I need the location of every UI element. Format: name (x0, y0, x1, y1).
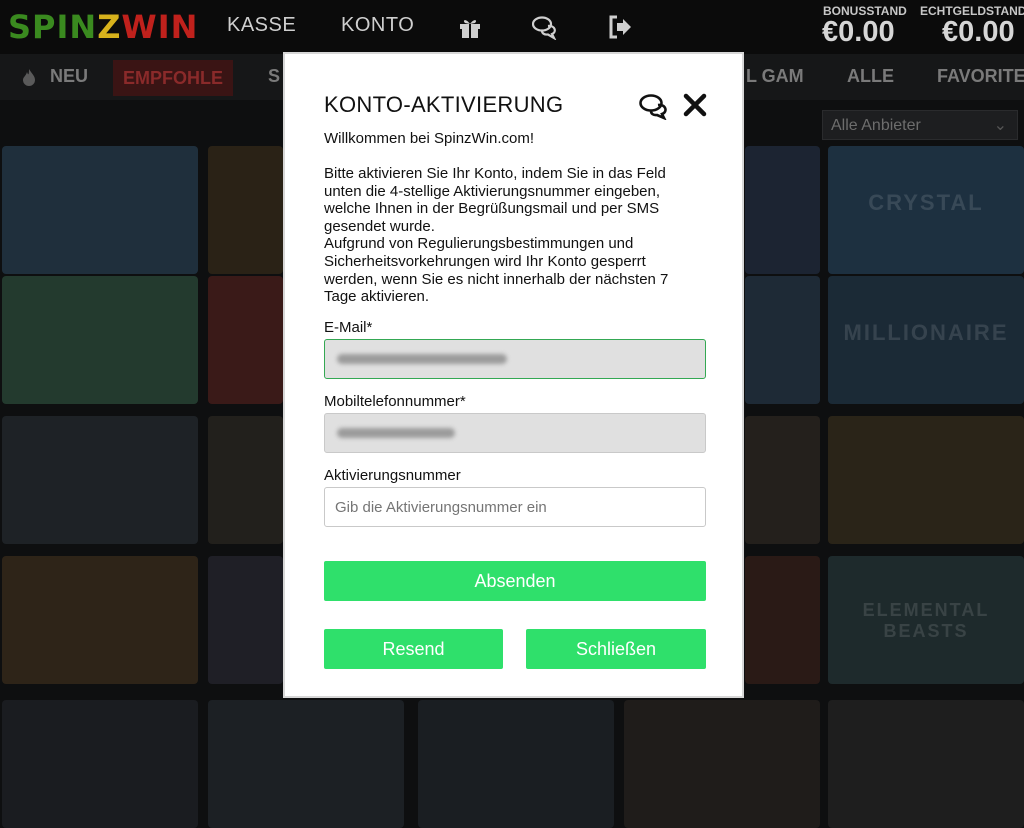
category-empfohlen[interactable]: EMPFOHLE (113, 60, 234, 96)
nav-konto-link[interactable]: KONTO (341, 14, 414, 37)
redacted-email (337, 354, 507, 364)
category-alle[interactable]: ALLE (847, 66, 894, 87)
game-tile-millionaire[interactable]: MILLIONAIRE (828, 276, 1024, 404)
game-tile[interactable] (745, 146, 820, 274)
game-tile[interactable] (828, 416, 1024, 544)
game-tile[interactable] (2, 556, 198, 684)
activation-instructions: Bitte aktivieren Sie Ihr Konto, indem Si… (324, 165, 669, 306)
game-tile[interactable] (745, 276, 820, 404)
game-title: ELEMENTAL BEASTS (862, 600, 990, 641)
chat-icon[interactable] (639, 92, 669, 120)
game-title: CRYSTAL (868, 190, 984, 215)
redacted-phone (337, 428, 455, 438)
welcome-text: Willkommen bei SpinzWin.com! (324, 130, 535, 147)
game-tile[interactable] (208, 556, 283, 684)
phone-field[interactable] (324, 413, 706, 453)
logo-part-2: Z (97, 8, 122, 46)
game-tile[interactable] (745, 556, 820, 684)
game-tile[interactable] (208, 700, 404, 828)
real-balance-value: €0.00 (942, 16, 1015, 48)
activation-code-input[interactable] (324, 487, 706, 527)
game-title: MILLIONAIRE (843, 320, 1009, 345)
account-activation-modal: KONTO-AKTIVIERUNG Willkommen bei SpinzWi… (283, 52, 744, 698)
logo-part-1: SPIN (8, 8, 98, 46)
top-navigation-bar: SPINZWIN KASSE KONTO BONUSSTAND €0.00 EC… (0, 0, 1024, 54)
provider-select[interactable]: Alle Anbieter ⌄ (822, 110, 1018, 140)
game-tile[interactable] (745, 416, 820, 544)
category-s[interactable]: S (268, 66, 280, 87)
provider-select-value: Alle Anbieter (831, 117, 921, 134)
game-tile[interactable] (208, 276, 283, 404)
category-tischspiele[interactable]: L GAM (746, 66, 804, 87)
game-tile-elemental-beasts[interactable]: ELEMENTAL BEASTS (828, 556, 1024, 684)
game-tile[interactable] (828, 700, 1024, 828)
game-tile[interactable] (208, 146, 283, 274)
spinzwin-logo[interactable]: SPINZWIN (8, 8, 198, 46)
submit-button[interactable]: Absenden (324, 561, 706, 601)
bonus-balance-value: €0.00 (822, 16, 895, 48)
category-neu[interactable]: NEU (50, 66, 88, 87)
close-modal-button[interactable]: Schließen (526, 629, 706, 669)
logo-part-3: WIN (121, 8, 199, 46)
game-tile[interactable] (2, 276, 198, 404)
nav-kasse-link[interactable]: KASSE (227, 14, 296, 37)
game-tile[interactable] (2, 146, 198, 274)
game-tile[interactable] (208, 416, 283, 544)
game-tile-crystal[interactable]: CRYSTAL (828, 146, 1024, 274)
resend-button[interactable]: Resend (324, 629, 503, 669)
game-tile[interactable] (2, 416, 198, 544)
game-tile[interactable] (624, 700, 820, 828)
chevron-down-icon: ⌄ (993, 117, 1007, 134)
activation-code-label: Aktivierungsnummer (324, 467, 461, 484)
phone-label: Mobiltelefonnummer* (324, 393, 466, 410)
game-tile[interactable] (418, 700, 614, 828)
email-field[interactable] (324, 339, 706, 379)
email-label: E-Mail* (324, 319, 373, 336)
modal-title: KONTO-AKTIVIERUNG (324, 92, 564, 117)
fire-icon (23, 69, 35, 86)
close-icon[interactable] (682, 92, 708, 118)
logout-icon[interactable] (607, 14, 633, 40)
gift-icon[interactable] (457, 14, 483, 40)
category-favoriten[interactable]: FAVORITE (937, 66, 1024, 87)
chat-icon[interactable] (532, 14, 558, 40)
game-tile[interactable] (2, 700, 198, 828)
